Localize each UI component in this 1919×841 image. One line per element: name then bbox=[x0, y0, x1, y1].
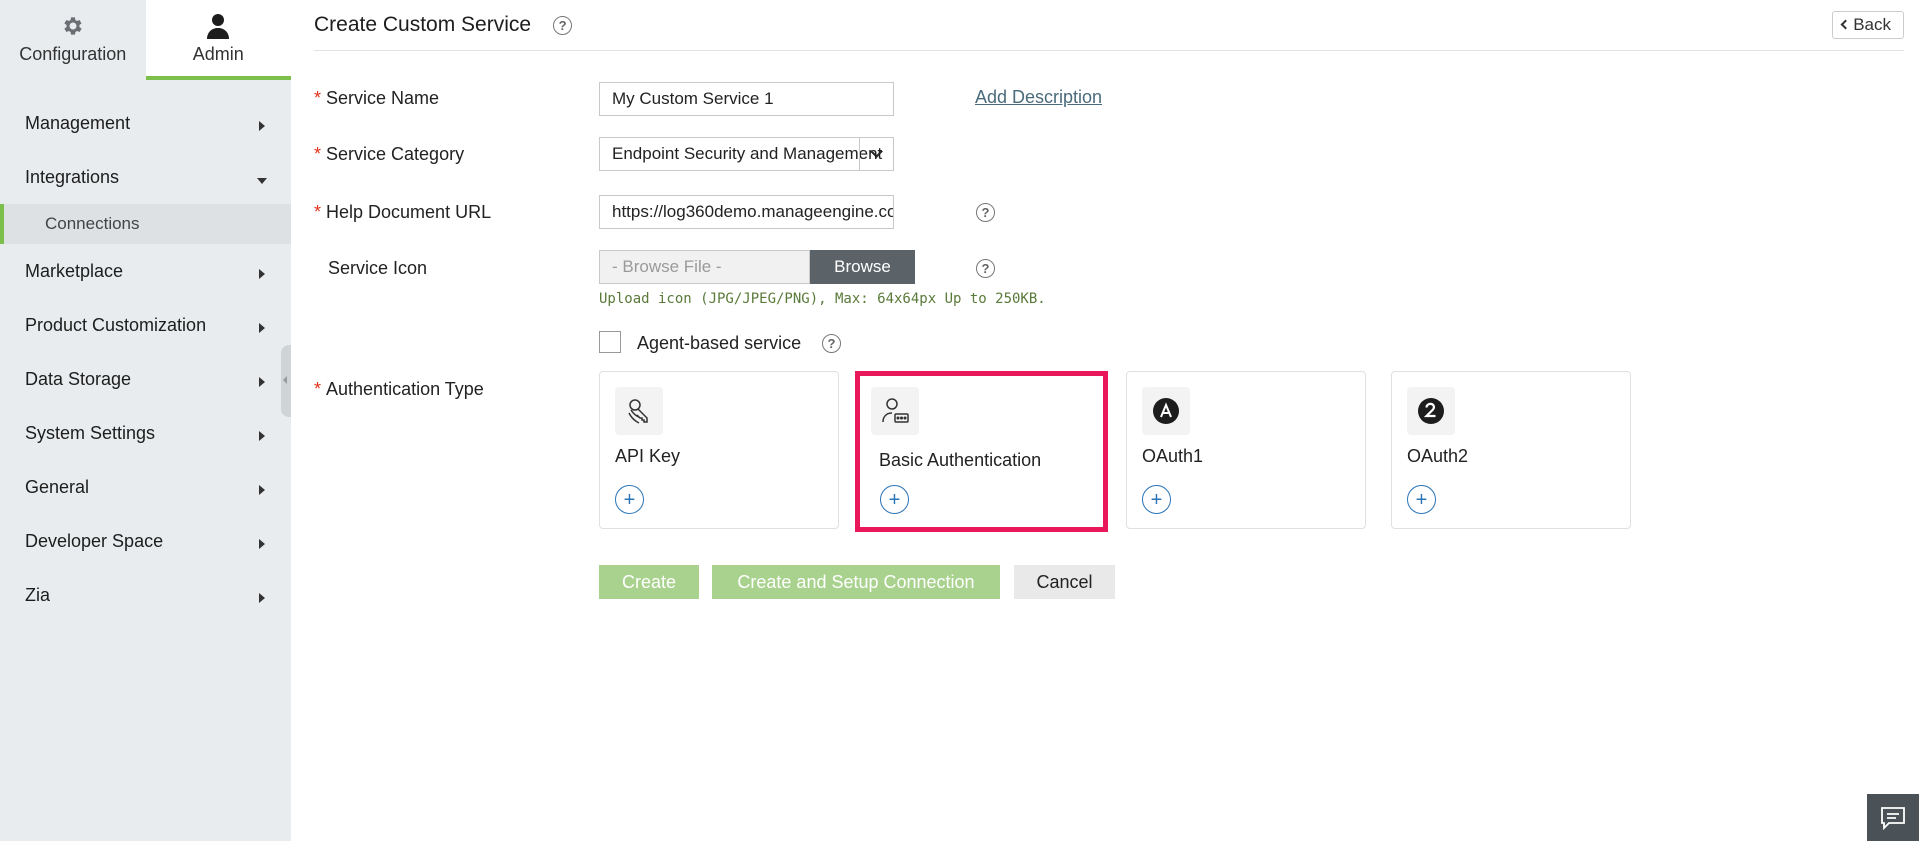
sidebar-item-label: Marketplace bbox=[25, 260, 124, 281]
help-icon[interactable]: ? bbox=[976, 203, 995, 222]
key-fingerprint-icon bbox=[615, 387, 663, 435]
caret-right-icon bbox=[259, 431, 265, 441]
sidebar-item-label: System Settings bbox=[25, 422, 156, 443]
caret-right-icon bbox=[259, 539, 265, 549]
plus-circle-icon[interactable]: + bbox=[1407, 485, 1436, 514]
sidebar-item-data-storage[interactable]: Data Storage bbox=[0, 352, 291, 406]
caret-right-icon bbox=[259, 269, 265, 279]
browse-file-field[interactable]: - Browse File - bbox=[599, 250, 810, 284]
auth-card-label: OAuth2 bbox=[1407, 446, 1469, 466]
plus-circle-icon[interactable]: + bbox=[880, 485, 909, 514]
plus-circle-icon[interactable]: + bbox=[615, 485, 644, 514]
auth-card-api-key[interactable]: API Key + bbox=[599, 371, 839, 529]
sidebar-nav: Management Integrations Connections Mark… bbox=[0, 96, 291, 622]
caret-down-icon bbox=[257, 178, 267, 184]
service-category-value: Endpoint Security and Management bbox=[612, 144, 883, 163]
service-icon-label-text: Service Icon bbox=[328, 258, 428, 278]
sidebar-top-tabs: Configuration Admin bbox=[0, 0, 291, 80]
service-icon-label: Service Icon bbox=[314, 258, 427, 279]
main-content: Create Custom Service ? Back * Service Na… bbox=[314, 0, 1904, 841]
tab-admin-label: Admin bbox=[192, 44, 244, 64]
create-button[interactable]: Create bbox=[599, 565, 699, 599]
gear-icon bbox=[61, 12, 85, 40]
caret-right-icon bbox=[259, 593, 265, 603]
sidebar-item-zia[interactable]: Zia bbox=[0, 568, 291, 622]
chevron-down-icon bbox=[859, 138, 893, 170]
cancel-button[interactable]: Cancel bbox=[1014, 565, 1115, 599]
sidebar-subitem-connections[interactable]: Connections bbox=[0, 204, 291, 244]
oauth2-icon bbox=[1407, 387, 1455, 435]
required-mark: * bbox=[314, 144, 322, 164]
browse-button[interactable]: Browse bbox=[810, 250, 915, 284]
back-button[interactable]: Back bbox=[1832, 11, 1904, 39]
caret-right-icon bbox=[259, 485, 265, 495]
agent-based-label: Agent-based service bbox=[637, 333, 802, 353]
sidebar-item-system-settings[interactable]: System Settings bbox=[0, 406, 291, 460]
sidebar-item-label: Data Storage bbox=[25, 368, 132, 389]
user-password-icon bbox=[871, 387, 919, 435]
auth-card-oauth2[interactable]: OAuth2 + bbox=[1391, 371, 1631, 529]
sidebar-collapse-handle[interactable] bbox=[281, 345, 291, 417]
sidebar-item-developer-space[interactable]: Developer Space bbox=[0, 514, 291, 568]
sidebar-item-general[interactable]: General bbox=[0, 460, 291, 514]
chat-icon bbox=[1881, 806, 1905, 830]
required-mark: * bbox=[314, 88, 322, 108]
help-document-url-label-text: Help Document URL bbox=[326, 202, 492, 222]
help-document-url-input[interactable]: https://log360demo.manageengine.com bbox=[599, 195, 894, 229]
help-icon[interactable]: ? bbox=[822, 334, 841, 353]
required-mark: * bbox=[314, 379, 322, 399]
back-button-label: Back bbox=[1853, 15, 1891, 34]
agent-based-checkbox[interactable] bbox=[599, 331, 621, 353]
service-category-select[interactable]: Endpoint Security and Management bbox=[599, 137, 894, 171]
sidebar-item-label: Product Customization bbox=[25, 314, 207, 335]
caret-right-icon bbox=[259, 377, 265, 387]
page-header: Create Custom Service ? Back bbox=[314, 0, 1904, 51]
service-name-input[interactable]: My Custom Service 1 bbox=[599, 82, 894, 116]
sidebar-item-label: Management bbox=[25, 112, 131, 133]
plus-circle-icon[interactable]: + bbox=[1142, 485, 1171, 514]
sidebar-item-label: Developer Space bbox=[25, 530, 164, 551]
auth-card-label: API Key bbox=[615, 446, 681, 466]
help-document-url-label: * Help Document URL bbox=[314, 202, 491, 223]
upload-hint: Upload icon (JPG/JPEG/PNG), Max: 64x64px… bbox=[599, 291, 1046, 307]
sidebar: Configuration Admin Management Integrati… bbox=[0, 0, 291, 841]
tab-configuration[interactable]: Configuration bbox=[0, 0, 146, 80]
service-category-label: * Service Category bbox=[314, 144, 464, 165]
page-title: Create Custom Service bbox=[314, 13, 532, 36]
caret-right-icon bbox=[259, 323, 265, 333]
sidebar-item-label: Zia bbox=[25, 584, 51, 605]
create-and-setup-connection-button[interactable]: Create and Setup Connection bbox=[712, 565, 1000, 599]
service-name-label: * Service Name bbox=[314, 88, 439, 109]
authentication-type-label-text: Authentication Type bbox=[326, 379, 484, 399]
auth-card-basic-authentication[interactable]: Basic Authentication + bbox=[855, 371, 1108, 532]
service-category-label-text: Service Category bbox=[326, 144, 465, 164]
authentication-type-label: * Authentication Type bbox=[314, 379, 484, 400]
auth-card-oauth1[interactable]: OAuth1 + bbox=[1126, 371, 1366, 529]
sidebar-item-product-customization[interactable]: Product Customization bbox=[0, 298, 291, 352]
sidebar-item-marketplace[interactable]: Marketplace bbox=[0, 244, 291, 298]
help-icon[interactable]: ? bbox=[553, 15, 573, 35]
oauth1-icon bbox=[1142, 387, 1190, 435]
tab-admin[interactable]: Admin bbox=[145, 0, 291, 80]
sidebar-item-integrations[interactable]: Integrations bbox=[0, 150, 291, 204]
service-name-label-text: Service Name bbox=[326, 88, 440, 108]
collapse-arrow-icon bbox=[283, 376, 287, 384]
auth-card-label: Basic Authentication bbox=[879, 450, 1042, 470]
sidebar-item-label: General bbox=[25, 476, 90, 497]
sidebar-item-management[interactable]: Management bbox=[0, 96, 291, 150]
sidebar-subitem-label: Connections bbox=[45, 214, 140, 233]
chevron-left-icon bbox=[1840, 19, 1851, 30]
required-mark: * bbox=[314, 202, 322, 222]
add-description-link[interactable]: Add Description bbox=[975, 87, 1102, 108]
chat-button[interactable] bbox=[1867, 794, 1919, 841]
sidebar-item-label: Integrations bbox=[25, 166, 120, 187]
tab-configuration-label: Configuration bbox=[19, 44, 127, 64]
user-icon bbox=[205, 12, 231, 40]
help-icon[interactable]: ? bbox=[976, 259, 995, 278]
caret-right-icon bbox=[259, 121, 265, 131]
auth-card-label: OAuth1 bbox=[1142, 446, 1204, 466]
